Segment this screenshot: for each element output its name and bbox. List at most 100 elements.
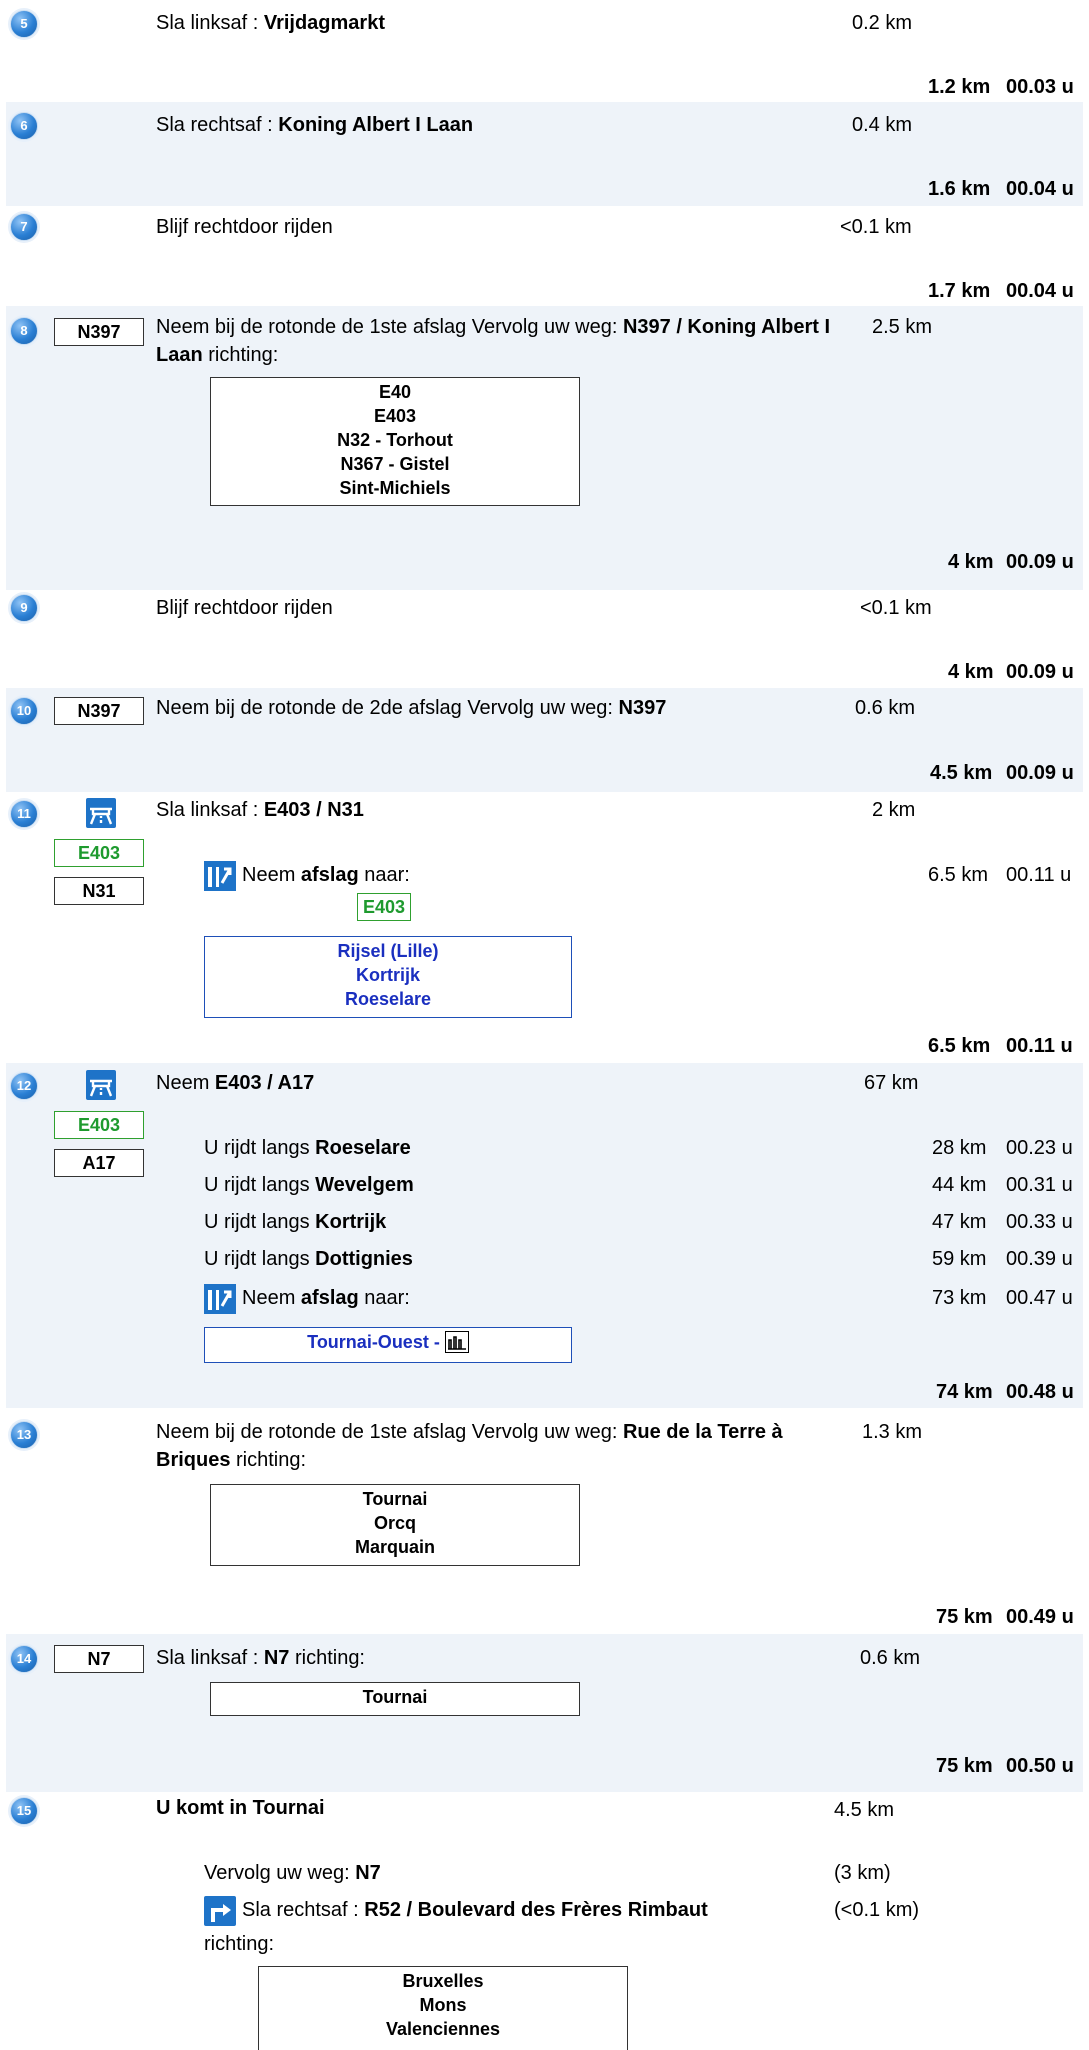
road-name: R52 / Boulevard des Frères Rimbaut xyxy=(364,1899,708,1921)
step-number-badge: 14 xyxy=(10,1645,38,1673)
sign-line: Tournai xyxy=(362,1687,428,1707)
instruction-prefix: Sla linksaf : xyxy=(156,12,264,34)
step-distance: 1.3 km xyxy=(862,1421,923,1443)
sign-line: Rijsel (Lille) xyxy=(337,941,439,961)
via-time: 00.39 u xyxy=(1006,1248,1073,1270)
via-time: 00.33 u xyxy=(1006,1211,1073,1233)
road-shield: A17 xyxy=(54,1149,144,1177)
road-shield: N397 xyxy=(54,697,144,725)
sign-line: Valenciennes xyxy=(385,2019,501,2039)
via-place: Wevelgem xyxy=(315,1174,414,1196)
step-distance: 67 km xyxy=(864,1072,919,1094)
via-prefix: U rijdt langs xyxy=(204,1248,316,1270)
via-line: U rijdt langs Roeselare xyxy=(204,1137,411,1160)
sign-text: Tournai-Ouest - xyxy=(307,1332,445,1352)
sign-line: Marquain xyxy=(354,1537,435,1557)
step-distance: 0.4 km xyxy=(852,114,913,136)
via-place: Kortrijk xyxy=(315,1211,387,1233)
step-instruction: Blijf rechtdoor rijden xyxy=(156,216,333,238)
sign-line: Mons xyxy=(419,1995,467,2015)
step-distance: 0.2 km xyxy=(852,12,913,34)
instruction-prefix: Neem bij de rotonde de 1ste afslag Vervo… xyxy=(156,1421,623,1443)
instruction-prefix: Sla linksaf : xyxy=(156,799,264,821)
cumulative-time: 00.09 u xyxy=(1006,762,1074,784)
step-distance: <0.1 km xyxy=(840,216,912,238)
cumulative-distance: 6.5 km xyxy=(928,1035,991,1057)
cumulative-time: 00.50 u xyxy=(1006,1755,1074,1777)
road-name: N397 xyxy=(618,697,667,719)
road-shield: N397 xyxy=(54,318,144,346)
via-distance: 44 km xyxy=(932,1174,987,1196)
step-number-badge: 9 xyxy=(10,594,38,622)
exit-instruction: Neem afslag naar: xyxy=(242,1287,410,1310)
road-name: E403 / A17 xyxy=(214,1072,315,1094)
cumulative-distance: 1.7 km xyxy=(928,280,991,302)
cumulative-distance: 1.6 km xyxy=(928,178,991,200)
turn-prefix: Sla rechtsaf : xyxy=(242,1899,365,1921)
cumulative-time: 00.49 u xyxy=(1006,1606,1074,1628)
road-name: E403 / N31 xyxy=(263,799,364,821)
exit-suffix: naar: xyxy=(358,864,410,886)
step-instruction: Neem bij de rotonde de 1ste afslag Vervo… xyxy=(156,1418,846,1474)
exit-instruction: Neem afslag naar: xyxy=(242,864,410,887)
instruction-prefix: Neem bij de rotonde de 1ste afslag Vervo… xyxy=(156,316,623,338)
turn-suffix: richting: xyxy=(204,1933,275,1955)
cumulative-time: 00.04 u xyxy=(1006,280,1074,302)
sign-line: N367 - Gistel xyxy=(340,454,450,474)
step-number-badge: 15 xyxy=(10,1797,38,1825)
exit-distance: 6.5 km xyxy=(928,864,989,886)
via-line: U rijdt langs Wevelgem xyxy=(204,1174,414,1197)
cumulative-time: 00.04 u xyxy=(1006,178,1074,200)
cumulative-time: 00.09 u xyxy=(1006,551,1074,573)
turn-right-icon xyxy=(204,1896,236,1926)
sign-line: Roeselare xyxy=(344,989,432,1009)
sign-line: N32 - Torhout xyxy=(337,430,453,450)
instruction-prefix: Sla linksaf : xyxy=(156,1647,264,1669)
step-instruction: Neem bij de rotonde de 2de afslag Vervol… xyxy=(156,697,666,720)
motorway-icon xyxy=(86,798,116,828)
step-instruction: Neem bij de rotonde de 1ste afslag Vervo… xyxy=(156,313,836,369)
via-place: Roeselare xyxy=(315,1137,411,1159)
step-number-badge: 6 xyxy=(10,112,38,140)
road-shield-motorway: E403 xyxy=(54,1111,144,1139)
continue-instruction: Vervolg uw weg: N7 xyxy=(204,1862,381,1885)
step-distance: 4.5 km xyxy=(834,1799,895,1821)
direction-sign: Tournai xyxy=(210,1682,580,1716)
via-prefix: U rijdt langs xyxy=(204,1211,316,1233)
via-prefix: U rijdt langs xyxy=(204,1137,316,1159)
direction-sign: Tournai Orcq Marquain xyxy=(210,1484,580,1566)
factory-icon xyxy=(444,1331,469,1353)
exit-time: 00.11 u xyxy=(1006,864,1072,886)
via-time: 00.23 u xyxy=(1006,1137,1073,1159)
via-distance: 47 km xyxy=(932,1211,987,1233)
exit-prefix: Neem xyxy=(242,1287,301,1309)
exit-road-shield: E403 xyxy=(357,893,411,921)
step-number-badge: 5 xyxy=(10,10,38,38)
step-distance: 0.6 km xyxy=(860,1647,921,1669)
step-instruction: Sla linksaf : N7 richting: xyxy=(156,1647,365,1670)
direction-sign: Rijsel (Lille) Kortrijk Roeselare xyxy=(204,936,572,1018)
via-time: 00.31 u xyxy=(1006,1174,1073,1196)
cumulative-distance: 4 km xyxy=(948,661,994,683)
exit-keyword: afslag xyxy=(300,864,359,886)
exit-time: 00.47 u xyxy=(1006,1287,1073,1309)
step-distance: 2 km xyxy=(872,799,916,821)
cumulative-distance: 75 km xyxy=(936,1606,993,1628)
step-instruction: Neem E403 / A17 xyxy=(156,1072,314,1095)
step-distance: 2.5 km xyxy=(872,316,933,338)
exit-icon xyxy=(204,861,236,891)
step-instruction: Blijf rechtdoor rijden xyxy=(156,597,333,619)
road-shield: N31 xyxy=(54,877,144,905)
road-shield: N7 xyxy=(54,1645,144,1673)
cumulative-time: 00.03 u xyxy=(1006,76,1074,98)
cumulative-distance: 75 km xyxy=(936,1755,993,1777)
exit-prefix: Neem xyxy=(242,864,301,886)
sign-line: E403 xyxy=(373,406,417,426)
turn-distance: (<0.1 km) xyxy=(834,1899,920,1921)
sign-line: Kortrijk xyxy=(355,965,420,985)
direction-sign: Tournai-Ouest - xyxy=(204,1327,572,1363)
step-instruction: Sla rechtsaf : Koning Albert I Laan xyxy=(156,114,473,137)
via-distance: 28 km xyxy=(932,1137,987,1159)
sign-line: Bruxelles xyxy=(402,1971,484,1991)
instruction-suffix: richting: xyxy=(202,344,279,366)
